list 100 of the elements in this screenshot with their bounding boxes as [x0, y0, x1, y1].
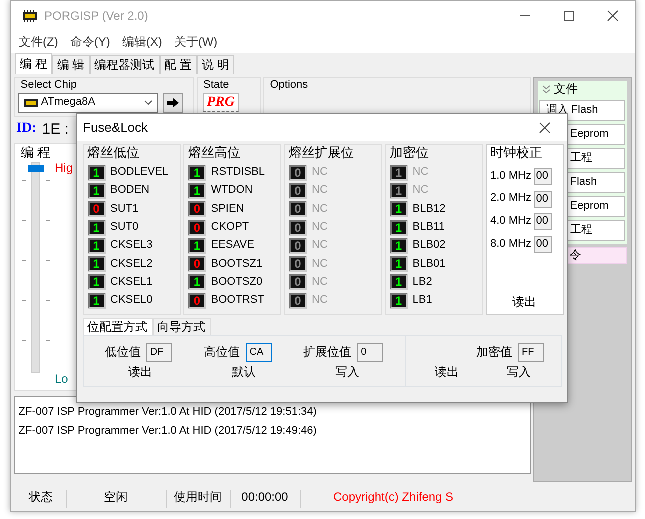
panel-label: Select Chip [20, 78, 78, 93]
clock-label: 8.0 MHz [490, 238, 532, 252]
group-title: 加密位 [390, 144, 430, 161]
action-button[interactable]: 写入 [335, 364, 360, 380]
tab[interactable]: 编 程 [15, 53, 52, 74]
bit-label: EESAVE [211, 239, 254, 252]
group-title: 熔丝扩展位 [289, 144, 355, 161]
tab[interactable]: 配 置 [160, 55, 198, 74]
bit-indicator[interactable]: 1 [88, 292, 106, 309]
bit-label: NC [412, 184, 429, 198]
value-field[interactable]: CA [246, 342, 272, 362]
action-button[interactable]: 默认 [232, 364, 256, 380]
value-label: 低位值 [104, 345, 141, 360]
chip-icon [22, 96, 38, 109]
bit-indicator[interactable]: 1 [88, 256, 106, 272]
bit-indicator[interactable]: 1 [390, 201, 408, 218]
bit-label: NC [312, 220, 328, 234]
clock-label: 4.0 MHz [490, 215, 532, 228]
dropdown-value: ATmega8A [41, 96, 96, 110]
low-label: Lo [55, 372, 68, 387]
arrow-button[interactable] [163, 92, 183, 113]
bit-label: WTDON [211, 184, 253, 198]
bit-indicator[interactable]: 0 [188, 292, 206, 309]
bit-label: LB1 [412, 294, 432, 308]
bit-indicator[interactable]: 0 [188, 201, 206, 218]
bit-indicator[interactable]: 1 [390, 238, 408, 254]
bit-indicator[interactable]: 1 [390, 220, 408, 236]
bit-indicator[interactable]: 1 [88, 274, 106, 290]
action-button[interactable]: 写入 [507, 364, 531, 380]
bit-indicator[interactable]: 1 [188, 182, 206, 199]
group-title: 熔丝高位 [188, 144, 242, 161]
menu-item[interactable]: 编辑(X) [116, 34, 168, 50]
copyright-text: Copyright(c) Zhifeng S [334, 490, 454, 506]
status-text: 使用时间 [166, 490, 230, 508]
bit-label: CKSEL0 [110, 294, 153, 308]
bit-indicator[interactable]: 1 [188, 164, 206, 181]
arrow-icon [166, 96, 180, 109]
bit-indicator[interactable]: 1 [390, 256, 408, 272]
bit-label: NC [312, 166, 328, 180]
bit-indicator[interactable]: 0 [188, 256, 206, 272]
bit-indicator[interactable]: 1 [88, 164, 106, 181]
value-field[interactable]: 00 [534, 168, 552, 185]
log-line: ZF-007 ISP Programmer Ver:1.0 At HID (2017/5/12 19:51:34) [18, 405, 318, 420]
chevron-icon[interactable] [542, 84, 552, 94]
menu-item[interactable]: 关于(W) [168, 34, 224, 50]
bit-label: NC [312, 184, 328, 198]
tab[interactable]: 编程器测试 [90, 55, 160, 74]
bit-indicator[interactable]: 1 [88, 182, 106, 199]
bit-label: CKSEL2 [110, 258, 153, 271]
value-field[interactable]: 0 [357, 342, 384, 362]
window-title: PORGISP (Ver 2.0) [44, 8, 148, 24]
value-field[interactable]: DF [146, 342, 172, 362]
bit-label: NC [312, 258, 328, 271]
value-field[interactable]: 00 [534, 236, 552, 253]
bit-indicator[interactable]: 1 [88, 220, 106, 236]
bit-indicator[interactable]: 1 [188, 274, 206, 290]
action-button[interactable]: 读出 [128, 364, 153, 380]
bit-indicator[interactable]: 0 [88, 201, 106, 218]
bit-indicator[interactable]: 1 [188, 238, 206, 254]
maximize-icon [563, 10, 575, 22]
tab[interactable]: 位配置方式 [82, 318, 152, 336]
menu-item[interactable]: 命令(Y) [64, 34, 116, 50]
value-field[interactable]: 00 [534, 213, 552, 230]
action-button[interactable]: 读出 [435, 364, 459, 380]
read-button[interactable]: 读出 [512, 294, 536, 310]
high-label: Hig [55, 160, 74, 175]
bit-indicator[interactable]: 1 [88, 238, 106, 254]
group-title: 熔丝低位 [88, 144, 140, 161]
bit-indicator[interactable]: 0 [188, 220, 206, 236]
bit-label: BLB12 [412, 202, 446, 216]
value-field[interactable]: 00 [534, 190, 552, 208]
bit-label: BOOTSZ0 [211, 276, 263, 290]
bit-label: BLB02 [412, 239, 446, 252]
bit-label: NC [312, 239, 328, 252]
panel-label: Options [269, 78, 310, 93]
id-label: ID: [16, 121, 37, 138]
bit-indicator[interactable]: 1 [390, 274, 408, 290]
tab[interactable]: 编 辑 [52, 55, 90, 74]
chip-dropdown[interactable]: ATmega8A [18, 92, 158, 113]
bit-label: CKOPT [211, 220, 250, 234]
bit-label: NC [412, 166, 429, 180]
value-label: 高位值 [204, 345, 240, 360]
slider[interactable] [20, 160, 52, 376]
clock-label: 2.0 MHz [490, 192, 532, 206]
menu-item[interactable]: 文件(Z) [13, 34, 64, 50]
value-label: 扩展位值 [304, 345, 352, 360]
close-icon [607, 10, 619, 22]
panel-label: State [202, 78, 230, 93]
value-label: 加密值 [476, 345, 512, 360]
caret-icon [144, 100, 152, 106]
state-indicator: PRG [203, 92, 239, 112]
tab[interactable]: 向导方式 [152, 318, 210, 336]
bit-label: BOOTRST [211, 294, 264, 308]
bit-label: BOOTSZ1 [211, 258, 263, 271]
slider-thumb[interactable] [28, 164, 44, 172]
tab[interactable]: 说 明 [197, 55, 234, 74]
bit-indicator[interactable]: 1 [390, 292, 408, 309]
bit-label: SUT0 [110, 220, 139, 234]
panel-title: 编 程 [20, 144, 52, 160]
value-field[interactable]: FF [518, 342, 544, 362]
